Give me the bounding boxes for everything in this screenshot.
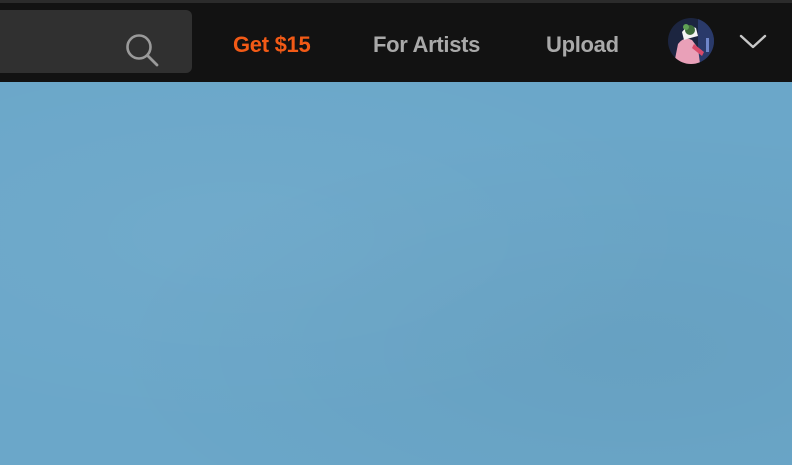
search-icon[interactable]	[124, 32, 160, 68]
top-navbar: Get $15 For Artists Upload	[0, 3, 792, 82]
upload-link[interactable]: Upload	[546, 31, 619, 59]
get-15-link[interactable]: Get $15	[233, 31, 311, 59]
for-artists-link[interactable]: For Artists	[373, 31, 480, 59]
user-avatar[interactable]	[668, 18, 714, 64]
chevron-down-icon[interactable]	[738, 31, 768, 51]
avatar-image	[668, 18, 714, 64]
search-field[interactable]	[0, 10, 192, 73]
hero-banner	[0, 82, 792, 465]
